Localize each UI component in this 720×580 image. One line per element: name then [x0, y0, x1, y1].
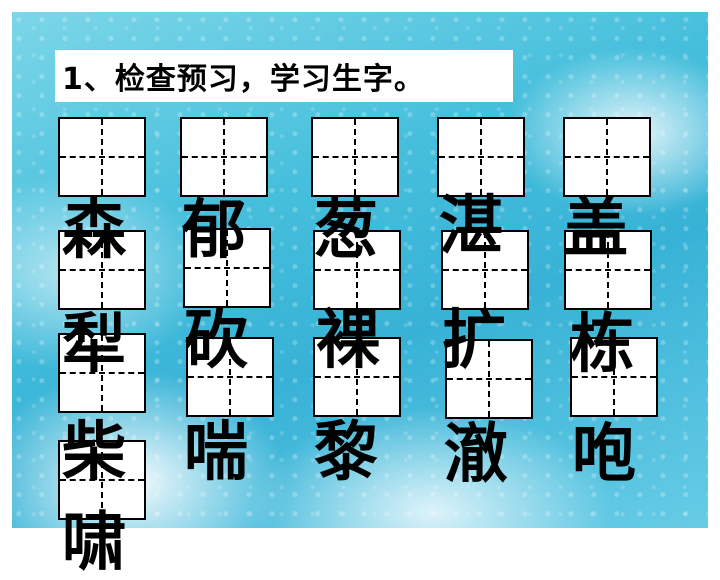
character: 砍	[184, 304, 248, 378]
character: 喘	[184, 416, 248, 490]
tianzige-box	[58, 117, 146, 197]
character: 葱	[314, 194, 378, 268]
character: 郁	[182, 194, 246, 268]
character: 森	[62, 194, 126, 268]
character: 黎	[314, 416, 378, 490]
character: 盖	[564, 192, 628, 266]
tianzige-box	[311, 117, 399, 197]
character: 澈	[444, 418, 508, 492]
character: 啸	[62, 506, 126, 580]
character: 湛	[439, 190, 503, 264]
tianzige-box	[437, 117, 525, 197]
character: 咆	[572, 418, 636, 492]
character: 栋	[570, 308, 634, 382]
slide-title: 1、检查预习，学习生字。	[62, 62, 425, 97]
character: 柴	[62, 416, 126, 490]
character: 犁	[62, 308, 126, 382]
tianzige-box	[180, 117, 268, 197]
tianzige-box	[563, 117, 651, 197]
character: 扩	[442, 304, 506, 378]
character: 裸	[316, 304, 380, 378]
